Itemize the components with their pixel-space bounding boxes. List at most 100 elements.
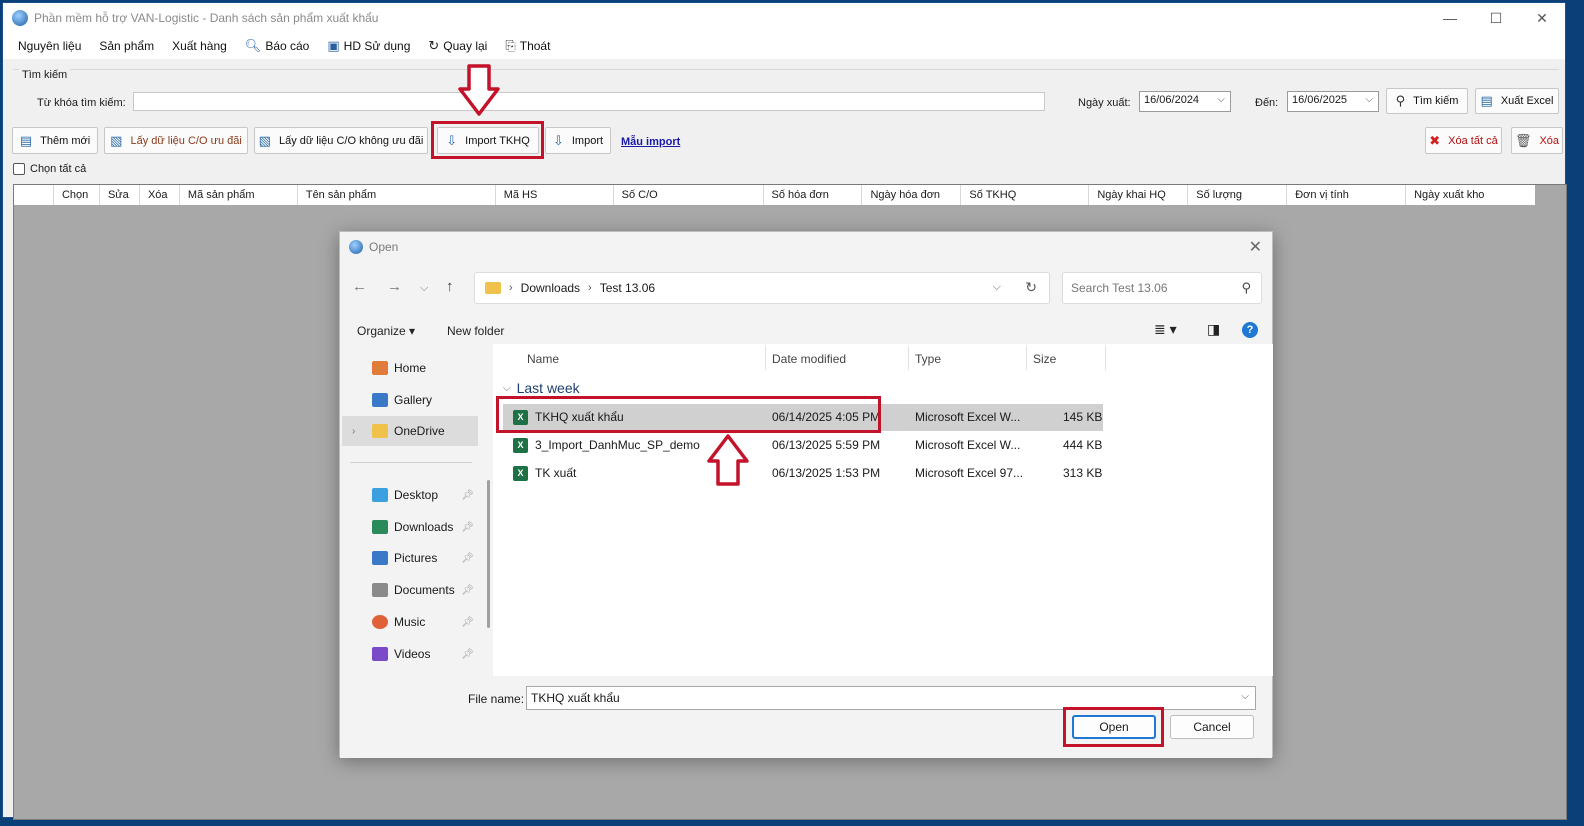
home-icon — [372, 361, 388, 375]
nav-music[interactable]: Music 📌︎ — [342, 608, 478, 636]
select-all-checkbox[interactable]: Chọn tất cả — [13, 163, 86, 175]
column-header[interactable]: Chọn — [54, 185, 100, 205]
new-folder-button[interactable]: New folder — [447, 324, 504, 338]
date-from-picker[interactable]: 16/06/2024 ⌵ — [1139, 91, 1231, 112]
organize-menu[interactable]: Organize ▾ — [357, 324, 415, 338]
menu-bao-cao[interactable]: 🔍︎ Báo cáo — [236, 33, 319, 59]
app-globe-icon — [12, 10, 28, 26]
nav-scrollbar[interactable] — [487, 480, 490, 628]
cancel-button[interactable]: Cancel — [1170, 715, 1254, 739]
co-non-preferential-button[interactable]: ▧ Lấy dữ liệu C/O không ưu đãi — [254, 127, 428, 154]
nav-documents[interactable]: Documents 📌︎ — [342, 576, 478, 604]
column-header[interactable]: Ngày khai HQ — [1089, 185, 1189, 205]
template-import-link[interactable]: Mẫu import — [621, 136, 680, 148]
search-icon: ⚲ — [1241, 280, 1251, 295]
excel-file-icon: X — [513, 438, 528, 453]
menu-nguyen-lieu[interactable]: Nguyên liệu — [9, 33, 90, 59]
column-name[interactable]: Name — [527, 352, 559, 372]
file-row[interactable]: X TK xuất 06/13/2025 1:53 PM Microsoft E… — [503, 460, 1103, 487]
column-header[interactable]: Xóa — [140, 185, 180, 205]
address-bar[interactable]: › Downloads › Test 13.06 ⌵ ↻ — [474, 272, 1050, 304]
chevron-down-icon[interactable]: ⌵ — [1241, 691, 1249, 702]
file-type: Microsoft Excel 97... — [915, 466, 1024, 480]
nav-pictures[interactable]: Pictures 📌︎ — [342, 544, 478, 572]
menu-label: Nguyên liệu — [18, 39, 82, 53]
column-header[interactable]: Số lượng — [1188, 185, 1288, 205]
file-row[interactable]: X 3_Import_DanhMuc_SP_demo 06/13/2025 5:… — [503, 432, 1103, 459]
file-name: 3_Import_DanhMuc_SP_demo — [535, 438, 700, 452]
back-arrow-icon[interactable]: ← — [352, 278, 367, 295]
menu-hd-su-dung[interactable]: ▣ HD Sử dụng — [318, 33, 419, 59]
group-header-last-week[interactable]: ⌵ Last week — [503, 380, 580, 396]
column-header[interactable]: Mã sản phẩm — [180, 185, 298, 205]
column-size[interactable]: Size — [1033, 352, 1056, 372]
column-header[interactable]: Đơn vị tính — [1287, 185, 1407, 205]
highlight-frame-import-tkhq — [431, 121, 544, 159]
column-header[interactable]: Ngày xuất kho — [1406, 185, 1535, 205]
search-button-label: Tìm kiếm — [1413, 95, 1459, 107]
import-button[interactable]: ⇩ Import — [545, 127, 611, 154]
export-excel-button[interactable]: ▤ Xuất Excel — [1475, 88, 1559, 114]
file-name-value: TKHQ xuất khẩu — [531, 691, 620, 705]
nav-label: Music — [394, 615, 426, 629]
date-from-value: 16/06/2024 — [1144, 94, 1200, 106]
file-size: 313 KB — [1063, 466, 1103, 480]
excel-file-icon: X — [513, 466, 528, 481]
menu-label: Sản phẩm — [99, 39, 155, 53]
nav-desktop[interactable]: Desktop 📌︎ — [342, 481, 478, 509]
co-preferential-label: Lấy dữ liệu C/O ưu đãi — [130, 134, 242, 147]
delete-button[interactable]: 🗑︎ Xóa — [1511, 127, 1563, 154]
refresh-icon[interactable]: ↻ — [1025, 279, 1037, 296]
column-header[interactable]: Số hóa đơn — [764, 185, 863, 205]
column-header[interactable]: Mã HS — [496, 185, 614, 205]
file-type: Microsoft Excel W... — [915, 438, 1021, 452]
date-to-picker[interactable]: 16/06/2025 ⌵ — [1287, 91, 1379, 112]
expand-chevron-icon[interactable]: › — [352, 426, 355, 437]
menu-san-pham[interactable]: Sản phẩm — [90, 33, 163, 59]
help-doc-icon: ▣ — [327, 38, 340, 53]
co-preferential-button[interactable]: ▧ Lấy dữ liệu C/O ưu đãi — [104, 127, 248, 154]
recent-chevron-icon[interactable]: ⌵ — [420, 282, 428, 295]
column-header[interactable]: Sửa — [100, 185, 140, 205]
add-new-button[interactable]: ▤ Thêm mới — [12, 127, 98, 154]
preview-pane-icon[interactable]: ◨ — [1207, 321, 1220, 338]
gallery-icon — [372, 393, 388, 407]
column-header[interactable]: Ngày hóa đơn — [862, 185, 962, 205]
documents-icon — [372, 583, 388, 597]
up-arrow-icon[interactable]: ↑ — [446, 278, 454, 295]
column-header[interactable]: Tên sản phẩm — [298, 185, 496, 205]
forward-arrow-icon[interactable]: → — [387, 278, 402, 295]
highlight-frame-selected-file — [496, 396, 881, 433]
breadcrumb-test-folder[interactable]: Test 13.06 — [600, 281, 655, 295]
keyword-input[interactable] — [133, 92, 1045, 111]
delete-all-button[interactable]: ✖ Xóa tất cả — [1425, 127, 1502, 154]
videos-icon — [372, 647, 388, 661]
help-icon[interactable]: ? — [1242, 322, 1258, 338]
view-options-icon[interactable]: ≣ ▾ — [1154, 321, 1177, 338]
delete-x-icon: ✖ — [1429, 132, 1441, 148]
search-button[interactable]: ⚲ Tìm kiếm — [1386, 88, 1468, 114]
menu-quay-lai[interactable]: ↻ Quay lại — [419, 33, 496, 59]
menu-xuat-hang[interactable]: Xuất hàng — [163, 33, 236, 59]
excel-export-icon: ▤ — [1480, 93, 1493, 108]
column-header[interactable]: Số C/O — [614, 185, 764, 205]
maximize-button[interactable]: ☐ — [1473, 3, 1519, 33]
column-header[interactable]: Số TKHQ — [961, 185, 1090, 205]
breadcrumb-downloads[interactable]: Downloads — [521, 281, 580, 295]
nav-videos[interactable]: Videos 📌︎ — [342, 640, 478, 668]
nav-downloads[interactable]: Downloads 📌︎ — [342, 513, 478, 541]
dialog-close-icon[interactable]: ✕ — [1249, 237, 1262, 257]
menu-label: Báo cáo — [265, 39, 310, 53]
menu-thoat[interactable]: ⎘ Thoát — [496, 33, 559, 59]
minimize-button[interactable]: — — [1427, 3, 1473, 33]
nav-onedrive[interactable]: › OneDrive — [342, 416, 478, 446]
arrow-up-annotation-icon — [706, 433, 750, 490]
nav-gallery[interactable]: Gallery — [342, 386, 478, 414]
column-type[interactable]: Type — [915, 352, 941, 372]
folder-search-input[interactable]: Search Test 13.06 ⚲ — [1062, 272, 1262, 304]
nav-home[interactable]: Home — [342, 354, 478, 382]
address-dropdown-icon[interactable]: ⌵ — [993, 281, 1001, 294]
column-divider — [1026, 346, 1027, 370]
close-button[interactable]: ✕ — [1519, 3, 1565, 33]
column-date-modified[interactable]: Date modified — [772, 352, 846, 372]
